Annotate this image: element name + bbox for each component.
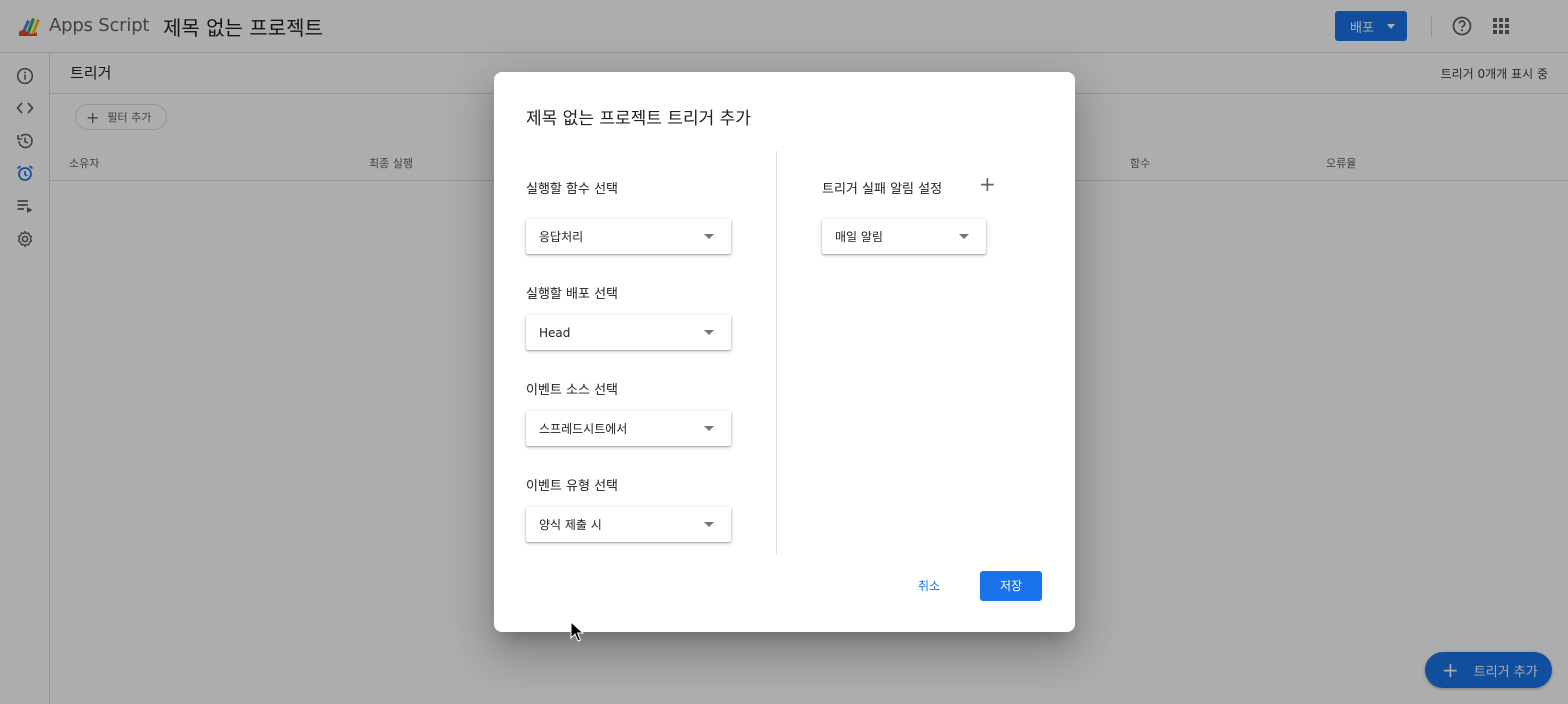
event-type-select[interactable]: 양식 제출 시 <box>526 507 731 542</box>
dropdown-arrow-icon <box>704 330 714 335</box>
column-divider <box>776 151 777 555</box>
deployment-select-value: Head <box>539 325 571 340</box>
event-source-select-value: 스프레드시트에서 <box>539 422 628 436</box>
save-button[interactable]: 저장 <box>980 571 1042 601</box>
failure-notification-select[interactable]: 매일 알림 <box>822 219 986 254</box>
dropdown-arrow-icon <box>704 234 714 239</box>
event-type-select-value: 양식 제출 시 <box>539 518 602 532</box>
event-type-label: 이벤트 유형 선택 <box>526 479 618 494</box>
deployment-label: 실행할 배포 선택 <box>526 287 618 302</box>
dropdown-arrow-icon <box>959 234 969 239</box>
add-trigger-dialog: 제목 없는 프로젝트 트리거 추가 실행할 함수 선택 응답처리 실행할 배포 … <box>494 72 1075 632</box>
failure-notification-label: 트리거 실패 알림 설정 <box>822 182 943 197</box>
dialog-title: 제목 없는 프로젝트 트리거 추가 <box>526 109 751 129</box>
add-notification-icon[interactable]: + <box>979 174 996 194</box>
cancel-button[interactable]: 취소 <box>912 575 946 597</box>
event-source-label: 이벤트 소스 선택 <box>526 383 618 398</box>
dropdown-arrow-icon <box>704 426 714 431</box>
function-label: 실행할 함수 선택 <box>526 182 618 197</box>
function-select-value: 응답처리 <box>539 230 584 244</box>
event-source-select[interactable]: 스프레드시트에서 <box>526 411 731 446</box>
dropdown-arrow-icon <box>704 522 714 527</box>
deployment-select[interactable]: Head <box>526 315 731 350</box>
function-select[interactable]: 응답처리 <box>526 219 731 254</box>
mouse-cursor-icon <box>570 621 584 642</box>
failure-notification-select-value: 매일 알림 <box>835 230 883 244</box>
